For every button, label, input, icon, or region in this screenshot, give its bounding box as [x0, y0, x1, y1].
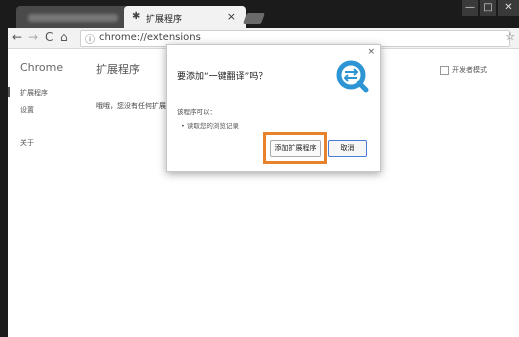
page-title: 扩展程序 — [96, 63, 140, 76]
cancel-button[interactable]: 取消 — [328, 140, 367, 157]
active-nav-indicator — [8, 87, 10, 97]
back-icon[interactable]: ← — [12, 30, 22, 44]
bookmark-star-icon[interactable]: ☆ — [505, 30, 515, 43]
info-icon[interactable]: ⓘ — [85, 31, 95, 46]
blurred-tab-title — [28, 14, 118, 22]
add-extension-button[interactable]: 添加扩展程序 — [270, 140, 321, 157]
dialog-title: 要添加“一键翻译”吗？ — [177, 72, 268, 82]
empty-state-text: 哦哦，您没有任何扩展 — [96, 102, 166, 110]
forward-icon[interactable]: → — [28, 30, 38, 44]
dialog-subtitle: 该程序可以： — [177, 108, 216, 116]
sidebar-item-settings[interactable]: 设置 — [20, 105, 34, 115]
sidebar-item-extensions[interactable]: 扩展程序 — [20, 88, 48, 98]
tab-title: 扩展程序 — [146, 15, 183, 25]
dialog-close-icon[interactable]: × — [367, 47, 375, 57]
developer-mode-label[interactable]: 开发者模式 — [452, 65, 487, 75]
sidebar-item-about[interactable]: 关于 — [20, 138, 34, 148]
new-tab-button[interactable] — [242, 13, 266, 24]
tab-close-icon[interactable]: × — [227, 10, 236, 23]
developer-mode-checkbox[interactable] — [440, 66, 449, 75]
close-window-button[interactable]: ✕ — [498, 0, 519, 16]
reload-icon[interactable]: C — [45, 30, 53, 44]
tab-extensions[interactable]: ✱ 扩展程序 × — [124, 6, 246, 30]
minimize-button[interactable]: — — [462, 0, 478, 16]
url-text[interactable]: chrome://extensions — [99, 32, 201, 43]
home-icon[interactable]: ⌂ — [60, 30, 68, 44]
translate-logo-icon — [336, 60, 369, 93]
puzzle-icon: ✱ — [132, 11, 141, 22]
chrome-brand: Chrome — [20, 61, 64, 74]
browser-window: ✱ 扩展程序 × — □ ✕ ← → C ⌂ ⓘ chrome://extens… — [0, 0, 519, 337]
add-extension-dialog: × 要添加“一键翻译”吗？ 该程序可以： • 读取您的浏览记录 添加扩展程序 取… — [166, 44, 381, 172]
maximize-button[interactable]: □ — [480, 0, 496, 16]
tab-inactive[interactable] — [16, 6, 132, 30]
permission-item: • 读取您的浏览记录 — [181, 122, 239, 130]
